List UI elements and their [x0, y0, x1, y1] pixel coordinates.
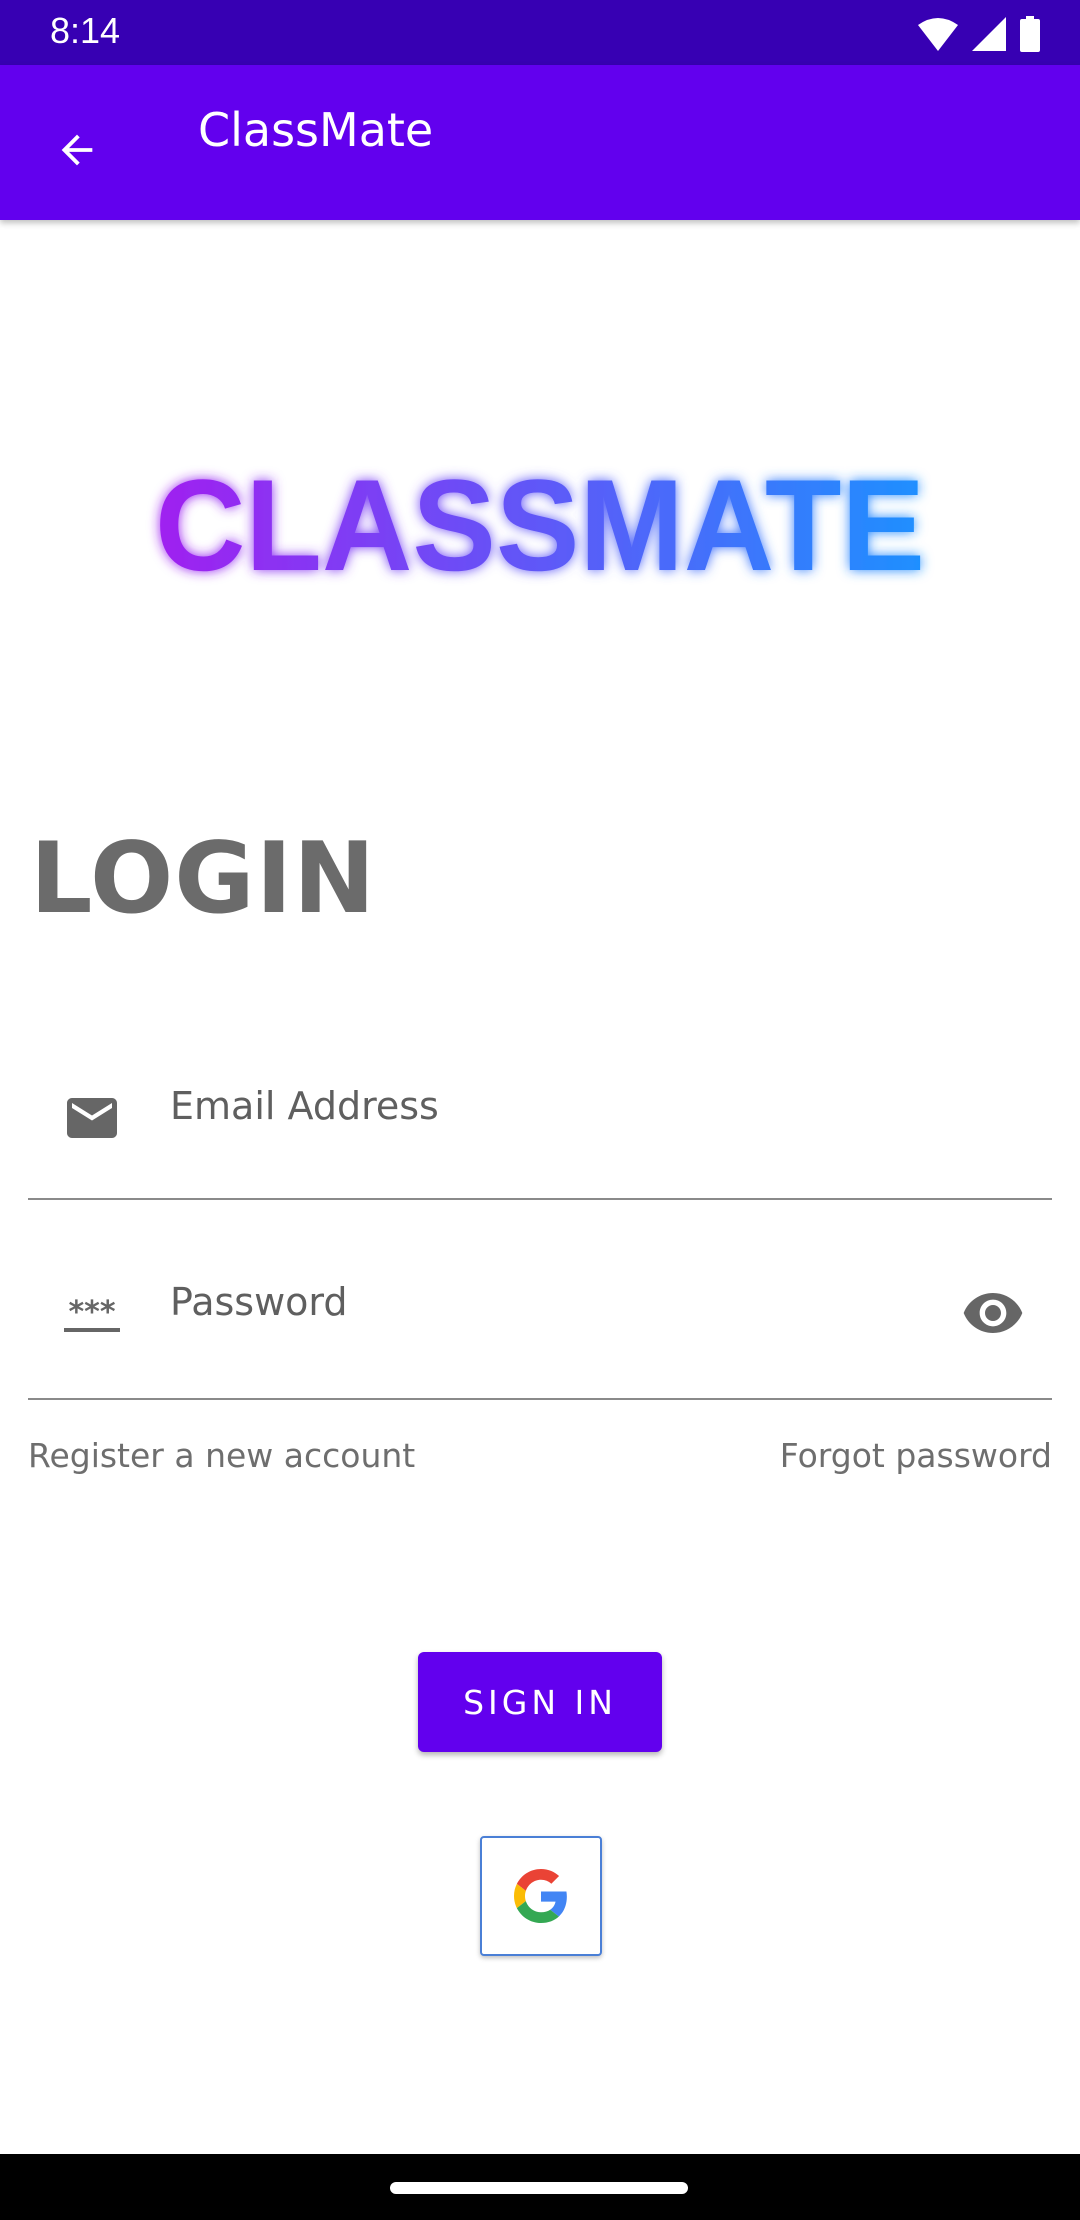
logo-text: CLASSMATE	[155, 452, 925, 598]
register-link[interactable]: Register a new account	[28, 1436, 415, 1475]
password-field[interactable]: ***	[28, 1250, 1052, 1400]
sign-in-button[interactable]: SIGN IN	[418, 1652, 662, 1752]
forgot-password-link[interactable]: Forgot password	[780, 1436, 1052, 1475]
home-gesture-handle[interactable]	[390, 2182, 688, 2194]
svg-text:***: ***	[68, 1295, 115, 1330]
status-time: 8:14	[50, 10, 121, 51]
classmate-logo: CLASSMATE	[155, 452, 925, 598]
password-underline	[28, 1398, 1052, 1400]
google-sign-in-button[interactable]	[480, 1836, 602, 1956]
password-icon: ***	[62, 1284, 122, 1344]
status-icons	[918, 14, 1040, 54]
battery-icon	[1020, 16, 1040, 52]
toggle-password-visibility-button[interactable]	[958, 1278, 1028, 1348]
cellular-signal-icon	[972, 17, 1006, 51]
app-title: ClassMate	[198, 103, 434, 157]
password-input[interactable]	[170, 1280, 930, 1324]
eye-icon	[963, 1293, 1023, 1333]
wifi-icon	[918, 18, 958, 51]
email-icon	[62, 1088, 122, 1148]
login-heading: LOGIN	[30, 822, 377, 936]
email-field[interactable]	[28, 1050, 1052, 1200]
email-input[interactable]	[170, 1084, 930, 1128]
email-underline	[28, 1198, 1052, 1200]
status-bar: 8:14	[0, 0, 1080, 65]
arrow-back-icon	[61, 134, 93, 166]
google-icon	[514, 1869, 567, 1923]
back-button[interactable]	[40, 113, 114, 187]
app-bar: ClassMate	[0, 65, 1080, 220]
navigation-bar	[0, 2154, 1080, 2220]
